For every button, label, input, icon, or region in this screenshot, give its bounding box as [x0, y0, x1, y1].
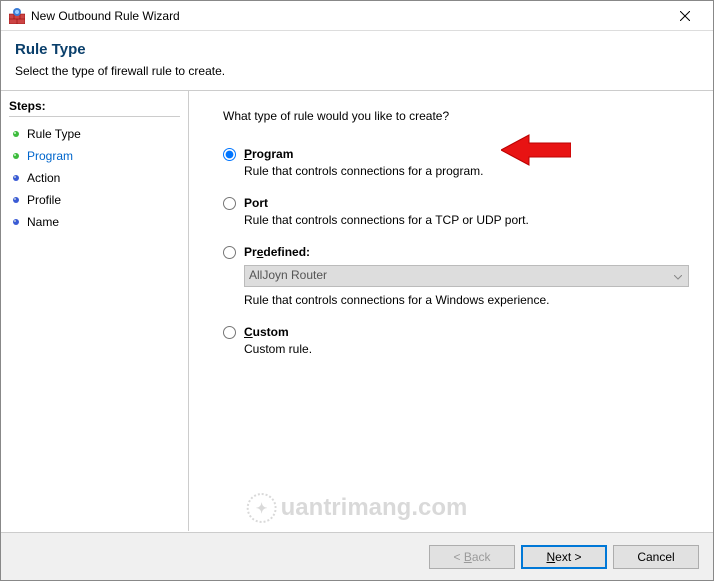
prompt-text: What type of rule would you like to crea… — [223, 109, 689, 123]
titlebar: New Outbound Rule Wizard — [1, 1, 713, 31]
page-subtitle: Select the type of firewall rule to crea… — [15, 64, 699, 78]
option-custom-label: Custom — [244, 325, 289, 339]
bullet-icon — [11, 217, 21, 227]
close-icon — [680, 11, 690, 21]
option-custom: Custom Custom rule. — [223, 325, 689, 356]
step-label: Action — [27, 171, 60, 185]
wizard-header: Rule Type Select the type of firewall ru… — [1, 31, 713, 90]
window-title: New Outbound Rule Wizard — [31, 9, 665, 23]
close-button[interactable] — [665, 2, 705, 30]
firewall-icon — [9, 8, 25, 24]
radio-program[interactable] — [223, 148, 236, 161]
step-name[interactable]: Name — [9, 211, 180, 233]
option-port-row[interactable]: Port — [223, 196, 689, 210]
steps-heading: Steps: — [9, 99, 180, 117]
wizard-body: Steps: Rule Type Program Action — [1, 91, 713, 531]
wizard-window: New Outbound Rule Wizard Rule Type Selec… — [0, 0, 714, 581]
chevron-down-icon — [674, 269, 682, 283]
wizard-footer: < Back Next > Cancel — [1, 532, 713, 580]
radio-predefined[interactable] — [223, 246, 236, 259]
option-program-row[interactable]: Program — [223, 147, 689, 161]
step-rule-type[interactable]: Rule Type — [9, 123, 180, 145]
step-label: Profile — [27, 193, 61, 207]
step-label: Rule Type — [27, 127, 81, 141]
option-program-desc: Rule that controls connections for a pro… — [244, 164, 689, 178]
option-custom-row[interactable]: Custom — [223, 325, 689, 339]
back-button: < Back — [429, 545, 515, 569]
steps-panel: Steps: Rule Type Program Action — [1, 91, 189, 531]
option-port-label: Port — [244, 196, 268, 210]
step-program[interactable]: Program — [9, 145, 180, 167]
option-program: Program Rule that controls connections f… — [223, 147, 689, 178]
bullet-icon — [11, 173, 21, 183]
cancel-button[interactable]: Cancel — [613, 545, 699, 569]
step-label: Name — [27, 215, 59, 229]
predefined-dropdown-value: AllJoyn Router — [249, 268, 327, 282]
page-title: Rule Type — [15, 41, 699, 58]
option-predefined-desc: Rule that controls connections for a Win… — [244, 293, 689, 307]
option-predefined-row[interactable]: Predefined: — [223, 245, 689, 259]
step-profile[interactable]: Profile — [9, 189, 180, 211]
option-predefined: Predefined: AllJoyn Router Rule that con… — [223, 245, 689, 307]
radio-custom[interactable] — [223, 326, 236, 339]
bullet-icon — [11, 129, 21, 139]
bullet-icon — [11, 151, 21, 161]
option-port-desc: Rule that controls connections for a TCP… — [244, 213, 689, 227]
step-action[interactable]: Action — [9, 167, 180, 189]
option-predefined-label: Predefined: — [244, 245, 310, 259]
next-button[interactable]: Next > — [521, 545, 607, 569]
content-panel: What type of rule would you like to crea… — [189, 91, 713, 531]
step-label: Program — [27, 149, 73, 163]
option-program-label: Program — [244, 147, 293, 161]
predefined-dropdown: AllJoyn Router — [244, 265, 689, 287]
option-port: Port Rule that controls connections for … — [223, 196, 689, 227]
option-custom-desc: Custom rule. — [244, 342, 689, 356]
bullet-icon — [11, 195, 21, 205]
radio-port[interactable] — [223, 197, 236, 210]
